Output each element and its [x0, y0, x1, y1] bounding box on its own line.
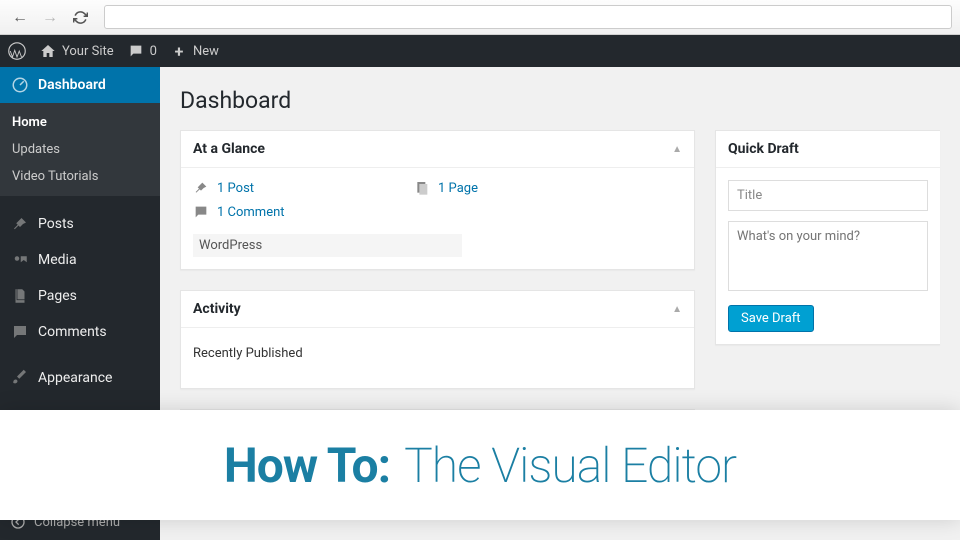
- activity-recent-label: Recently Published: [193, 340, 682, 367]
- media-icon: [10, 250, 30, 270]
- glance-comments-link[interactable]: 1 Comment: [193, 204, 285, 220]
- comment-icon: [10, 322, 30, 342]
- sidebar-item-appearance[interactable]: Appearance: [0, 360, 160, 396]
- glance-comments-label: 1 Comment: [217, 205, 285, 220]
- site-link[interactable]: Your Site: [40, 43, 114, 59]
- comments-count: 0: [150, 44, 157, 59]
- sidebar-submenu-dashboard: Home Updates Video Tutorials: [0, 103, 160, 196]
- sidebar-item-label: Appearance: [38, 370, 112, 386]
- comments-link[interactable]: 0: [128, 43, 157, 59]
- collapse-toggle-icon[interactable]: ▲: [672, 304, 682, 315]
- overlay-bold-text: How To:: [224, 437, 390, 494]
- new-content-link[interactable]: + New: [171, 43, 219, 59]
- site-name-label: Your Site: [62, 44, 114, 59]
- sidebar-item-pages[interactable]: Pages: [0, 278, 160, 314]
- sidebar-item-dashboard[interactable]: Dashboard: [0, 67, 160, 103]
- quick-draft-box: Quick Draft Save Draft: [715, 130, 940, 345]
- collapse-toggle-icon[interactable]: ▲: [672, 144, 682, 155]
- sidebar-item-label: Comments: [38, 324, 107, 340]
- sidebar-subitem-home[interactable]: Home: [0, 109, 160, 136]
- glance-pages-label: 1 Page: [438, 181, 478, 196]
- sidebar-subitem-updates[interactable]: Updates: [0, 136, 160, 163]
- sidebar-item-label: Media: [38, 252, 77, 268]
- draft-title-input[interactable]: [728, 180, 928, 211]
- sidebar-item-label: Pages: [38, 288, 77, 304]
- wp-admin-bar: Your Site 0 + New: [0, 35, 960, 67]
- pin-icon: [193, 180, 209, 196]
- comment-icon: [193, 204, 209, 220]
- sidebar-item-comments[interactable]: Comments: [0, 314, 160, 350]
- sidebar-item-posts[interactable]: Posts: [0, 206, 160, 242]
- sidebar-subitem-tutorials[interactable]: Video Tutorials: [0, 163, 160, 190]
- url-input[interactable]: [104, 5, 952, 29]
- forward-button[interactable]: →: [38, 5, 62, 29]
- comment-icon: [128, 43, 144, 59]
- wp-version-label: WordPress: [193, 234, 462, 257]
- back-button[interactable]: ←: [8, 5, 32, 29]
- tutorial-title-overlay: How To: The Visual Editor: [0, 410, 960, 520]
- save-draft-button[interactable]: Save Draft: [728, 305, 814, 332]
- brush-icon: [10, 368, 30, 388]
- browser-toolbar: ← →: [0, 0, 960, 35]
- sidebar-item-label: Posts: [38, 216, 74, 232]
- wp-logo-icon[interactable]: [8, 42, 26, 60]
- at-a-glance-box: At a Glance ▲ 1 Post: [180, 130, 695, 270]
- dashboard-icon: [10, 75, 30, 95]
- quick-draft-heading: Quick Draft: [728, 141, 799, 157]
- sidebar-item-label: Dashboard: [38, 77, 106, 93]
- glance-posts-label: 1 Post: [217, 181, 254, 196]
- reload-button[interactable]: [68, 5, 92, 29]
- page-icon: [10, 286, 30, 306]
- at-a-glance-heading: At a Glance: [193, 141, 265, 157]
- draft-content-textarea[interactable]: [728, 221, 928, 291]
- home-icon: [40, 43, 56, 59]
- glance-posts-link[interactable]: 1 Post: [193, 180, 254, 196]
- overlay-thin-text: The Visual Editor: [404, 437, 736, 494]
- activity-box: Activity ▲ Recently Published: [180, 290, 695, 389]
- sidebar-item-media[interactable]: Media: [0, 242, 160, 278]
- plus-icon: +: [171, 43, 187, 59]
- page-title: Dashboard: [180, 87, 940, 114]
- glance-pages-link[interactable]: 1 Page: [414, 180, 478, 196]
- new-label: New: [193, 44, 219, 59]
- activity-heading: Activity: [193, 301, 241, 317]
- page-icon: [414, 180, 430, 196]
- pin-icon: [10, 214, 30, 234]
